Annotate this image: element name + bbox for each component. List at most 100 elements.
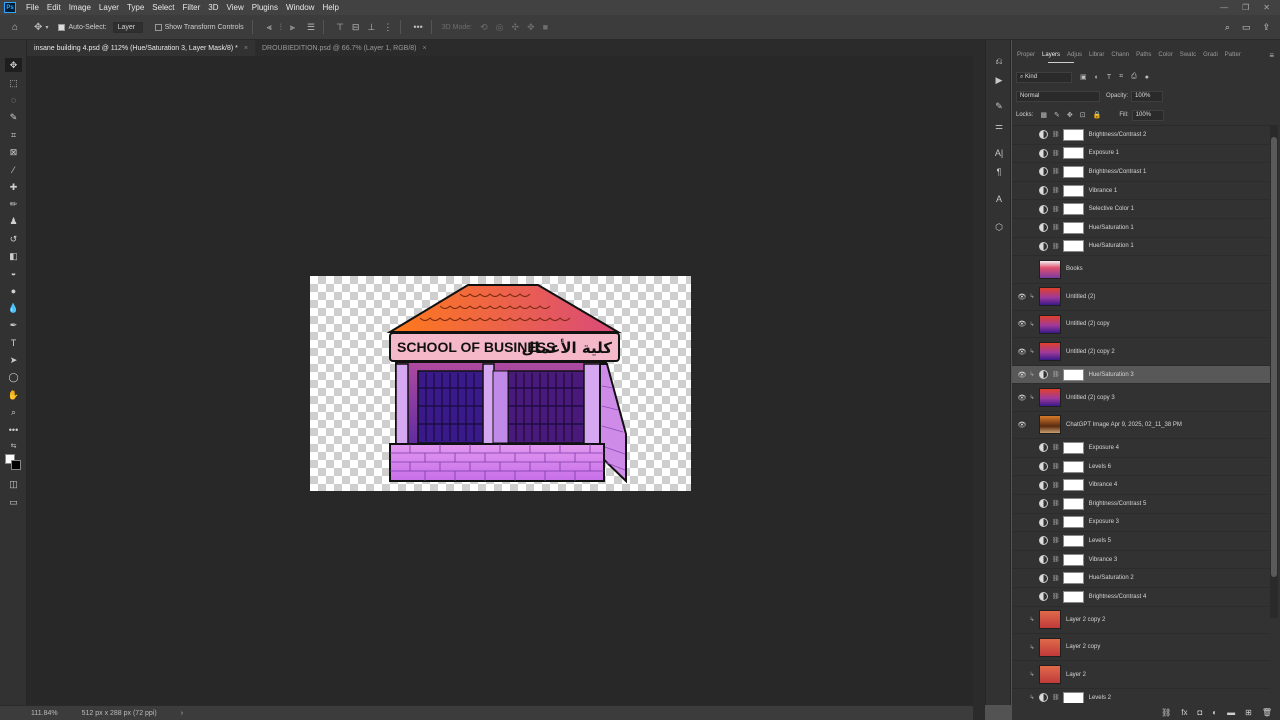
scrollbar-thumb[interactable] bbox=[1271, 137, 1277, 577]
layer-thumbnail[interactable] bbox=[1039, 342, 1061, 362]
tab-swatches[interactable]: Swatc bbox=[1180, 52, 1196, 58]
new-group-icon[interactable]: ▬ bbox=[1227, 708, 1235, 717]
layer-name[interactable]: Hue/Saturation 3 bbox=[1089, 372, 1134, 378]
close-tab-icon[interactable]: × bbox=[244, 45, 248, 52]
layer-row[interactable]: 👁 ⛓ Vibrance 1 bbox=[1012, 182, 1270, 201]
filter-adjustment-icon[interactable]: ◐ bbox=[1095, 74, 1099, 81]
zoom-tool-icon[interactable]: ⌕ bbox=[5, 405, 22, 419]
menu-filter[interactable]: Filter bbox=[179, 3, 205, 12]
visibility-eye-icon[interactable]: 👁 bbox=[1015, 537, 1029, 545]
layer-name[interactable]: Selective Color 1 bbox=[1089, 206, 1134, 212]
close-tab-icon[interactable]: × bbox=[423, 45, 427, 52]
visibility-eye-icon[interactable]: 👁 bbox=[1015, 293, 1029, 301]
tab-adjustments[interactable]: Adjus bbox=[1067, 52, 1082, 58]
layer-name[interactable]: Brightness/Contrast 4 bbox=[1089, 594, 1147, 600]
layer-name[interactable]: Brightness/Contrast 1 bbox=[1089, 169, 1147, 175]
layer-mask-thumbnail[interactable] bbox=[1062, 184, 1084, 197]
lock-all-icon[interactable]: 🔒 bbox=[1093, 111, 1102, 119]
menu-image[interactable]: Image bbox=[65, 3, 95, 12]
layer-mask-thumbnail[interactable] bbox=[1062, 460, 1084, 473]
layer-row[interactable]: 👁 ⛓ Vibrance 3 bbox=[1012, 551, 1270, 570]
mask-link-icon[interactable]: ⛓ bbox=[1052, 482, 1060, 489]
visibility-eye-icon[interactable]: 👁 bbox=[1015, 671, 1029, 679]
history-brush-tool-icon[interactable]: ↺ bbox=[5, 232, 22, 246]
mask-link-icon[interactable]: ⛓ bbox=[1052, 131, 1060, 138]
layer-mask-thumbnail[interactable] bbox=[1062, 368, 1084, 381]
restore-icon[interactable]: ❐ bbox=[1242, 3, 1249, 12]
character-panel-icon[interactable]: A| bbox=[990, 146, 1008, 160]
menu-file[interactable]: File bbox=[22, 3, 43, 12]
dodge-tool-icon[interactable]: ● bbox=[5, 284, 22, 298]
lock-position-icon[interactable]: ✥ bbox=[1067, 111, 1073, 119]
move-tool-icon[interactable]: ✥ bbox=[34, 22, 42, 33]
edit-toolbar-icon[interactable]: ••• bbox=[5, 423, 22, 437]
layer-mask-thumbnail[interactable] bbox=[1062, 128, 1084, 141]
mask-link-icon[interactable]: ⛓ bbox=[1052, 593, 1060, 600]
visibility-eye-icon[interactable]: 👁 bbox=[1015, 187, 1029, 195]
visibility-eye-icon[interactable]: 👁 bbox=[1015, 556, 1029, 564]
layer-name[interactable]: Layer 2 copy bbox=[1066, 644, 1100, 650]
distribute-vertical-icon[interactable]: ⋮ bbox=[383, 22, 392, 33]
layer-row[interactable]: 👁 ⛓ Hue/Saturation 1 bbox=[1012, 219, 1270, 238]
align-right-icon[interactable]: ⫸ bbox=[290, 22, 295, 33]
healing-brush-tool-icon[interactable]: ✚ bbox=[5, 180, 22, 194]
mask-link-icon[interactable]: ⛓ bbox=[1052, 575, 1060, 582]
hand-tool-icon[interactable]: ✋ bbox=[5, 388, 22, 402]
layer-name[interactable]: Untitled (2) bbox=[1066, 294, 1095, 300]
visibility-eye-icon[interactable]: 👁 bbox=[1015, 500, 1029, 508]
clone-stamp-tool-icon[interactable]: ♟ bbox=[5, 214, 22, 228]
layer-row[interactable]: 👁 ⛓ Selective Color 1 bbox=[1012, 200, 1270, 219]
layer-row[interactable]: 👁 ↳ ⛓ Hue/Saturation 3 bbox=[1012, 365, 1270, 385]
layer-mask-thumbnail[interactable] bbox=[1062, 590, 1084, 603]
layer-thumbnail[interactable] bbox=[1039, 388, 1061, 408]
layer-mask-thumbnail[interactable] bbox=[1062, 516, 1084, 529]
minimize-icon[interactable]: — bbox=[1220, 3, 1228, 12]
type-tool-icon[interactable]: T bbox=[5, 336, 22, 350]
layer-row[interactable]: 👁↳ Layer 2 copy 2 bbox=[1012, 607, 1270, 634]
new-layer-icon[interactable]: ⊞ bbox=[1245, 708, 1252, 717]
layer-row[interactable]: 👁 ⛓ Hue/Saturation 2 bbox=[1012, 569, 1270, 588]
tool-preset-chevron-icon[interactable]: ▾ bbox=[45, 24, 48, 31]
mask-link-icon[interactable]: ⛓ bbox=[1052, 444, 1060, 451]
layer-row[interactable]: 👁 ↳ Untitled (2) copy 3 bbox=[1012, 384, 1270, 412]
align-left-icon[interactable]: ⫷ bbox=[267, 22, 272, 33]
visibility-eye-icon[interactable]: 👁 bbox=[1015, 394, 1029, 402]
mask-link-icon[interactable]: ⛓ bbox=[1052, 224, 1060, 231]
distribute-icon[interactable]: ☰ bbox=[307, 22, 315, 33]
layer-name[interactable]: Levels 2 bbox=[1089, 695, 1111, 701]
layer-name[interactable]: Books bbox=[1066, 266, 1083, 272]
mask-link-icon[interactable]: ⛓ bbox=[1052, 206, 1060, 213]
adjustments-sliders-icon[interactable]: ⚌ bbox=[990, 119, 1008, 133]
align-bottom-icon[interactable]: ⊥ bbox=[367, 22, 375, 33]
layer-name[interactable]: Untitled (2) copy 2 bbox=[1066, 349, 1115, 355]
visibility-eye-icon[interactable]: 👁 bbox=[1015, 149, 1029, 157]
paragraph-panel-icon[interactable]: ¶ bbox=[990, 165, 1008, 179]
menu-3d[interactable]: 3D bbox=[204, 3, 222, 12]
fill-input[interactable]: 100% bbox=[1131, 109, 1164, 121]
menu-view[interactable]: View bbox=[223, 3, 248, 12]
layer-row[interactable]: 👁 ↳ Untitled (2) copy bbox=[1012, 311, 1270, 339]
panel-menu-icon[interactable]: ≡ bbox=[1269, 51, 1274, 60]
layer-name[interactable]: Brightness/Contrast 5 bbox=[1089, 501, 1147, 507]
layer-name[interactable]: Brightness/Contrast 2 bbox=[1089, 132, 1147, 138]
share-icon[interactable]: ⇪ bbox=[1262, 22, 1270, 33]
layer-row[interactable]: 👁 ↳ Untitled (2) copy 2 bbox=[1012, 338, 1270, 366]
tab-gradients[interactable]: Gradi bbox=[1203, 52, 1218, 58]
layer-row[interactable]: 👁 ⛓ Levels 6 bbox=[1012, 458, 1270, 477]
visibility-eye-icon[interactable]: 👁 bbox=[1015, 224, 1029, 232]
layer-row[interactable]: 👁 Books bbox=[1012, 256, 1270, 284]
quick-select-tool-icon[interactable]: ✎ bbox=[5, 110, 22, 124]
layer-name[interactable]: ChatGPT Image Apr 9, 2025, 02_11_38 PM bbox=[1066, 422, 1182, 428]
show-transform-controls-checkbox[interactable] bbox=[154, 23, 162, 31]
menu-select[interactable]: Select bbox=[148, 3, 178, 12]
layer-thumbnail[interactable] bbox=[1039, 665, 1061, 685]
layer-row[interactable]: 👁 ⛓ Exposure 1 bbox=[1012, 145, 1270, 164]
layer-mask-thumbnail[interactable] bbox=[1062, 572, 1084, 585]
blur-tool-icon[interactable]: 💧 bbox=[5, 301, 22, 315]
mask-link-icon[interactable]: ⛓ bbox=[1052, 556, 1060, 563]
visibility-eye-icon[interactable]: 👁 bbox=[1015, 131, 1029, 139]
visibility-eye-icon[interactable]: 👁 bbox=[1015, 348, 1029, 356]
search-icon[interactable]: ⌕ bbox=[1225, 22, 1230, 33]
brush-settings-icon[interactable]: ✎ bbox=[990, 99, 1008, 113]
auto-select-checkbox[interactable] bbox=[58, 23, 66, 31]
